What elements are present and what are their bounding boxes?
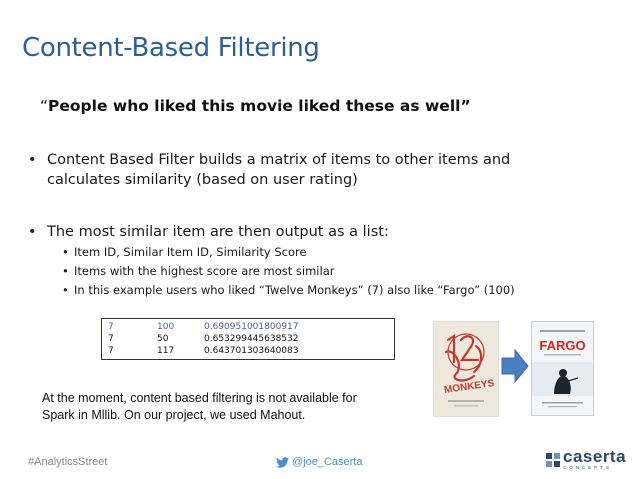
table-cell-score: 0.643701303640083 — [204, 346, 299, 356]
arrow-right-icon — [501, 349, 529, 383]
table-cell-score: 0.690951001800917 — [204, 322, 299, 332]
sub-bullet-text: Items with the highest score are most si… — [74, 264, 335, 278]
slide-title: Content-Based Filtering — [22, 33, 320, 63]
quote-text: People who liked this movie liked these … — [48, 97, 471, 115]
svg-text:FARGO: FARGO — [539, 338, 585, 353]
bullet-text: The most similar item are then output as… — [47, 224, 389, 240]
footer-twitter[interactable]: @joe_Caserta — [276, 456, 362, 468]
sub-bullet-highest-score: • Items with the highest score are most … — [62, 264, 334, 278]
table-cell-similar-item-id: 50 — [157, 334, 169, 344]
sub-bullet-example: • In this example users who liked “Twelv… — [62, 283, 515, 297]
similarity-table: 7 100 0.690951001800917 7 50 0.653299445… — [101, 318, 395, 360]
quote-open-mark: “ — [40, 97, 49, 115]
sub-bullet-dot: • — [62, 264, 69, 278]
bullet-output-list: • The most similar item are then output … — [28, 222, 528, 242]
table-cell-item-id: 7 — [108, 322, 114, 332]
sub-bullet-dot: • — [62, 283, 69, 297]
table-cell-item-id: 7 — [108, 334, 114, 344]
bullet-text: Content Based Filter builds a matrix of … — [47, 152, 511, 188]
sub-bullet-dot: • — [62, 245, 69, 259]
table-cell-item-id: 7 — [108, 346, 114, 356]
twelve-monkeys-poster: MONKEYS — [433, 321, 499, 417]
logo-wordmark: caserta — [563, 447, 627, 466]
table-cell-similar-item-id: 117 — [157, 346, 175, 356]
caserta-logo: caserta CONCEPTS — [546, 447, 627, 470]
table-row: 7 50 0.653299445638532 — [108, 333, 394, 345]
footer-hashtag: #AnalyticsStreet — [28, 456, 108, 468]
bullet-dot: • — [28, 152, 37, 168]
table-cell-score: 0.653299445638532 — [204, 334, 299, 344]
table-row: 7 117 0.643701303640083 — [108, 345, 394, 357]
bullet-matrix: • Content Based Filter builds a matrix o… — [28, 150, 528, 190]
sub-bullet-text: Item ID, Similar Item ID, Similarity Sco… — [74, 245, 307, 259]
sub-bullet-item-id: • Item ID, Similar Item ID, Similarity S… — [62, 245, 307, 259]
quote-line: “People who liked this movie liked these… — [40, 97, 471, 115]
bullet-dot: • — [28, 224, 37, 240]
twitter-handle[interactable]: @joe_Caserta — [292, 456, 362, 468]
twitter-bird-icon — [276, 456, 289, 468]
table-cell-similar-item-id: 100 — [157, 322, 175, 332]
mllib-note: At the moment, content based filtering i… — [42, 391, 357, 422]
sub-bullet-text: In this example users who liked “Twelve … — [74, 283, 515, 297]
table-row: 7 100 0.690951001800917 — [108, 321, 394, 333]
caserta-mark-icon — [546, 452, 560, 467]
fargo-poster: FARGO — [531, 321, 594, 416]
